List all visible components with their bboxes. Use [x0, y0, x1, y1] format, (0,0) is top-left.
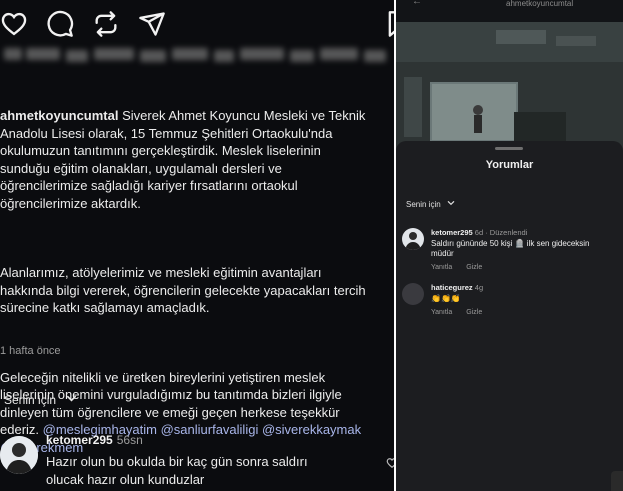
avatar[interactable] [402, 283, 424, 305]
comment-username[interactable]: haticegurez [431, 283, 473, 292]
top-bar: ← ahmetkoyuncumtal [396, 0, 623, 22]
chevron-down-icon [66, 393, 77, 407]
hide-button[interactable]: Gizle [466, 309, 482, 316]
repost-icon[interactable] [92, 10, 120, 38]
post-timestamp: 1 hafta önce [0, 345, 61, 357]
comments-sheet-screenshot: ← ahmetkoyuncumtal Yorumlar Senin için k… [396, 0, 623, 491]
avatar[interactable] [0, 436, 38, 474]
comment-item: ketomer295 56sn Hazır olun bu okulda bir … [0, 432, 394, 491]
hide-button[interactable]: Gizle [466, 264, 482, 271]
sheet-title: Yorumlar [485, 159, 534, 171]
chevron-down-icon [447, 199, 455, 209]
send-icon[interactable] [138, 10, 166, 38]
comment-username[interactable]: ketomer295 [431, 228, 473, 237]
back-arrow-icon[interactable]: ← [412, 0, 422, 7]
video-preview[interactable] [396, 22, 623, 152]
top-bar-handle: ahmetkoyuncumtal [506, 0, 574, 8]
sheet-grabber[interactable] [495, 147, 523, 150]
reply-button[interactable]: Yanıtla [431, 264, 452, 271]
comment-sort-label: Senin için [4, 393, 57, 407]
post-username[interactable]: ahmetkoyuncumtal [0, 108, 118, 123]
corner-overlay [611, 471, 623, 491]
comment-username[interactable]: ketomer295 [46, 433, 113, 447]
comment-sort-dropdown[interactable]: Senin için [4, 393, 77, 407]
comment-like-heart-icon[interactable] [386, 456, 394, 469]
right-sort-dropdown[interactable]: Senin için [406, 199, 455, 209]
post-caption: ahmetkoyuncumtal Siverek Ahmet Koyuncu M… [0, 72, 392, 491]
caption-paragraph-1: Siverek Ahmet Koyuncu Mesleki ve Teknik … [0, 108, 366, 211]
bookmark-icon[interactable] [384, 10, 394, 38]
post-panel: ahmetkoyuncumtal Siverek Ahmet Koyuncu M… [0, 0, 394, 491]
post-action-bar [0, 10, 394, 40]
comment-meta: 6d · Düzenlendi [474, 228, 528, 237]
reply-button[interactable]: Yanıtla [431, 309, 452, 316]
liked-by-row-blurred [0, 46, 394, 70]
comment-text: Hazır olun bu okulda bir kaç gün sonra s… [46, 454, 308, 487]
comment-text: 👏👏👏 [431, 294, 461, 303]
comments-bottom-sheet: Yorumlar Senin için ketomer295 6d · Düze… [396, 141, 623, 491]
comment-icon[interactable] [46, 10, 74, 38]
right-sort-label: Senin için [406, 199, 441, 209]
caption-paragraph-2: Alanlarımız, atölyelerimiz ve mesleki eğ… [0, 265, 366, 315]
comment-text: Saldırı gününde 50 kişi 🪦 ilk sen gidece… [431, 239, 590, 258]
avatar[interactable] [402, 228, 424, 250]
comment-time: 56sn [116, 433, 143, 447]
heart-icon[interactable] [0, 10, 28, 38]
comment-meta: 4g [474, 283, 484, 292]
